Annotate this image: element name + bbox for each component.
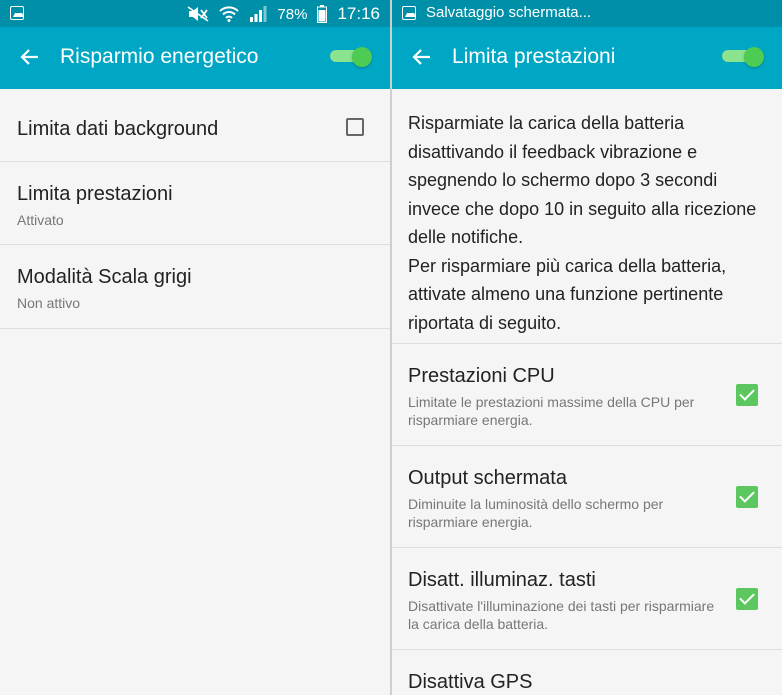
clock: 17:16 [337, 4, 380, 23]
list-item-description: Limitate le prestazioni massime della CP… [408, 394, 695, 428]
description-paragraph: Risparmiate la carica della batteria dis… [408, 113, 757, 247]
toggle-thumb [352, 47, 372, 67]
status-bar: Salvataggio schermata... [392, 0, 782, 27]
app-bar: Risparmio energetico [0, 27, 390, 89]
list-item-description: Diminuite la luminosità dello schermo pe… [408, 496, 664, 530]
list-item-gps[interactable]: Disattiva GPS [392, 650, 782, 695]
key-light-checkbox[interactable] [736, 588, 758, 610]
gallery-notification-icon [402, 6, 416, 20]
status-icons: 78% 17:16 [187, 4, 380, 24]
screenshot-composite: 78% 17:16 Risparmio energetico Limita da… [0, 0, 782, 695]
description-block: Risparmiate la carica della batteria dis… [392, 89, 782, 344]
right-screen: Salvataggio schermata... Limita prestazi… [392, 0, 782, 695]
description-paragraph: Per risparmiare più carica della batteri… [408, 255, 727, 333]
page-title: Risparmio energetico [60, 45, 259, 68]
screen-output-checkbox[interactable] [736, 486, 758, 508]
power-saving-toggle[interactable] [330, 47, 372, 67]
background-data-checkbox[interactable] [346, 118, 364, 136]
list-item-limita-prestazioni[interactable]: Limita prestazioni Attivato [0, 162, 390, 245]
list-item-illuminazione-tasti[interactable]: Disatt. illuminaz. tasti Disattivate l'i… [392, 548, 782, 650]
list-item-title: Limita prestazioni [17, 183, 173, 205]
status-bar: 78% 17:16 [0, 0, 390, 27]
list-item-scala-grigi[interactable]: Modalità Scala grigi Non attivo [0, 245, 390, 329]
list-item-status: Non attivo [17, 295, 81, 311]
list-item-description: Disattivate l'illuminazione dei tasti pe… [408, 598, 715, 632]
gallery-notification-icon [10, 6, 24, 20]
left-screen: 78% 17:16 Risparmio energetico Limita da… [0, 0, 390, 695]
list-item-title: Disatt. illuminaz. tasti [408, 569, 596, 591]
list-item-title: Limita dati background [17, 118, 219, 140]
list-item-title: Prestazioni CPU [408, 365, 555, 387]
list-item-cpu[interactable]: Prestazioni CPU Limitate le prestazioni … [392, 344, 782, 446]
toggle-thumb [744, 47, 764, 67]
wifi-icon [219, 6, 240, 22]
back-arrow-icon[interactable] [410, 45, 434, 69]
battery-icon [317, 5, 328, 23]
notification-text: Salvataggio schermata... [426, 4, 592, 21]
back-arrow-icon[interactable] [18, 45, 42, 69]
list-item-output-schermata[interactable]: Output schermata Diminuite la luminosità… [392, 446, 782, 548]
page-title: Limita prestazioni [452, 45, 616, 68]
signal-icon [250, 6, 267, 22]
mute-icon [187, 6, 209, 22]
list-item-title: Output schermata [408, 467, 567, 489]
app-bar: Limita prestazioni [392, 27, 782, 89]
limit-performance-toggle[interactable] [722, 47, 764, 67]
list-item-title: Disattiva GPS [408, 671, 533, 693]
list-item-title: Modalità Scala grigi [17, 266, 192, 288]
list-item-limita-dati[interactable]: Limita dati background [0, 90, 390, 162]
battery-percent: 78% [277, 5, 308, 23]
cpu-checkbox[interactable] [736, 384, 758, 406]
list-item-status: Attivato [17, 212, 64, 228]
